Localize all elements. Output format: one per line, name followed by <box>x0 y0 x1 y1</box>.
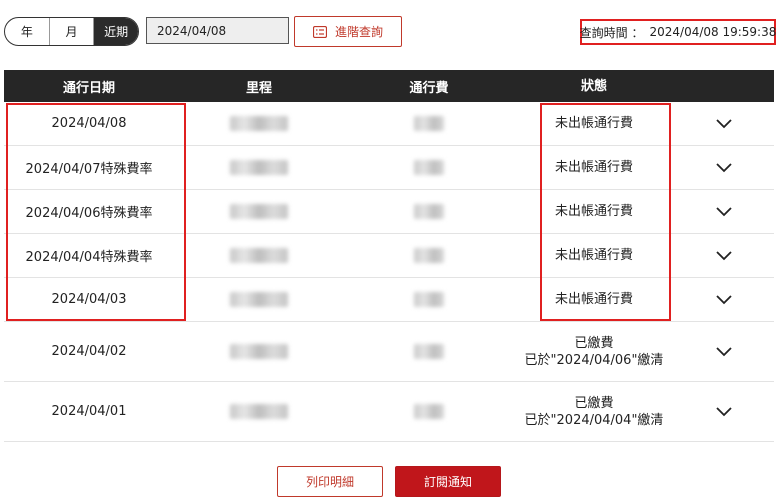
advanced-search-label: 進階查詢 <box>334 25 383 39</box>
chevron-down-icon[interactable] <box>716 118 732 129</box>
row-status: 未出帳通行費 <box>554 116 633 131</box>
row-status: 未出帳通行費 <box>554 292 633 307</box>
chevron-down-icon[interactable] <box>716 206 732 217</box>
fee-redacted <box>344 204 514 219</box>
period-recent-tab[interactable]: 近期 <box>94 18 138 45</box>
table-row[interactable]: 2024/04/06特殊費率 未出帳通行費 <box>4 190 774 234</box>
fee-redacted <box>344 116 514 131</box>
table-row[interactable]: 2024/04/04特殊費率 未出帳通行費 <box>4 234 774 278</box>
mileage-redacted <box>174 404 344 419</box>
row-date: 2024/04/03 <box>51 292 127 307</box>
mileage-redacted <box>174 292 344 307</box>
chevron-down-icon[interactable] <box>716 406 732 417</box>
search-list-icon <box>312 25 327 38</box>
period-year-tab[interactable]: 年 <box>5 18 50 45</box>
row-date: 2024/04/04特殊費率 <box>25 250 153 265</box>
mileage-redacted <box>174 204 344 219</box>
column-date: 通行日期 <box>62 80 115 96</box>
query-time-value: 2024/04/08 19:59:38 <box>649 25 777 39</box>
query-time: 查詢時間 ： 2024/04/08 19:59:38 <box>580 19 776 45</box>
row-date: 2024/04/07特殊費率 <box>25 162 153 177</box>
table-header: 通行日期 里程 通行費 狀態 <box>4 70 774 102</box>
row-status: 未出帳通行費 <box>554 160 633 175</box>
print-details-button[interactable]: 列印明細 <box>277 466 383 497</box>
period-toggle: 年 月 近期 <box>4 17 139 46</box>
row-status: 已繳費 已於"2024/04/04"繳清 <box>524 395 664 428</box>
row-date: 2024/04/08 <box>51 116 127 131</box>
column-fee: 通行費 <box>409 80 449 96</box>
period-month-tab[interactable]: 月 <box>50 18 95 45</box>
chevron-down-icon[interactable] <box>716 250 732 261</box>
table-row[interactable]: 2024/04/03 未出帳通行費 <box>4 278 774 322</box>
table-row[interactable]: 2024/04/02 已繳費 已於"2024/04/06"繳清 <box>4 322 774 382</box>
table-row[interactable]: 2024/04/07特殊費率 未出帳通行費 <box>4 146 774 190</box>
row-date: 2024/04/02 <box>51 344 127 359</box>
mileage-redacted <box>174 344 344 359</box>
chevron-down-icon[interactable] <box>716 346 732 357</box>
chevron-down-icon[interactable] <box>716 162 732 173</box>
row-date: 2024/04/01 <box>51 404 127 419</box>
toll-table: 通行日期 里程 通行費 狀態 2024/04/08 未出帳通行費 2024/04… <box>4 70 774 442</box>
table-row[interactable]: 2024/04/08 未出帳通行費 <box>4 102 774 146</box>
fee-redacted <box>344 344 514 359</box>
fee-redacted <box>344 404 514 419</box>
fee-redacted <box>344 160 514 175</box>
column-mileage: 里程 <box>245 80 272 96</box>
advanced-search-button[interactable]: 進階查詢 <box>294 16 402 47</box>
column-status: 狀態 <box>580 78 607 94</box>
row-status: 已繳費 已於"2024/04/06"繳清 <box>524 335 664 368</box>
row-status: 未出帳通行費 <box>554 204 633 219</box>
chevron-down-icon[interactable] <box>716 294 732 305</box>
fee-redacted <box>344 248 514 263</box>
row-date: 2024/04/06特殊費率 <box>25 206 153 221</box>
fee-redacted <box>344 292 514 307</box>
row-status: 未出帳通行費 <box>554 248 633 263</box>
mileage-redacted <box>174 160 344 175</box>
mileage-redacted <box>174 248 344 263</box>
date-field[interactable] <box>146 17 289 44</box>
subscribe-notification-button[interactable]: 訂閱通知 <box>395 466 501 497</box>
query-time-label: 查詢時間 ： <box>579 25 644 40</box>
table-row[interactable]: 2024/04/01 已繳費 已於"2024/04/04"繳清 <box>4 382 774 442</box>
mileage-redacted <box>174 116 344 131</box>
